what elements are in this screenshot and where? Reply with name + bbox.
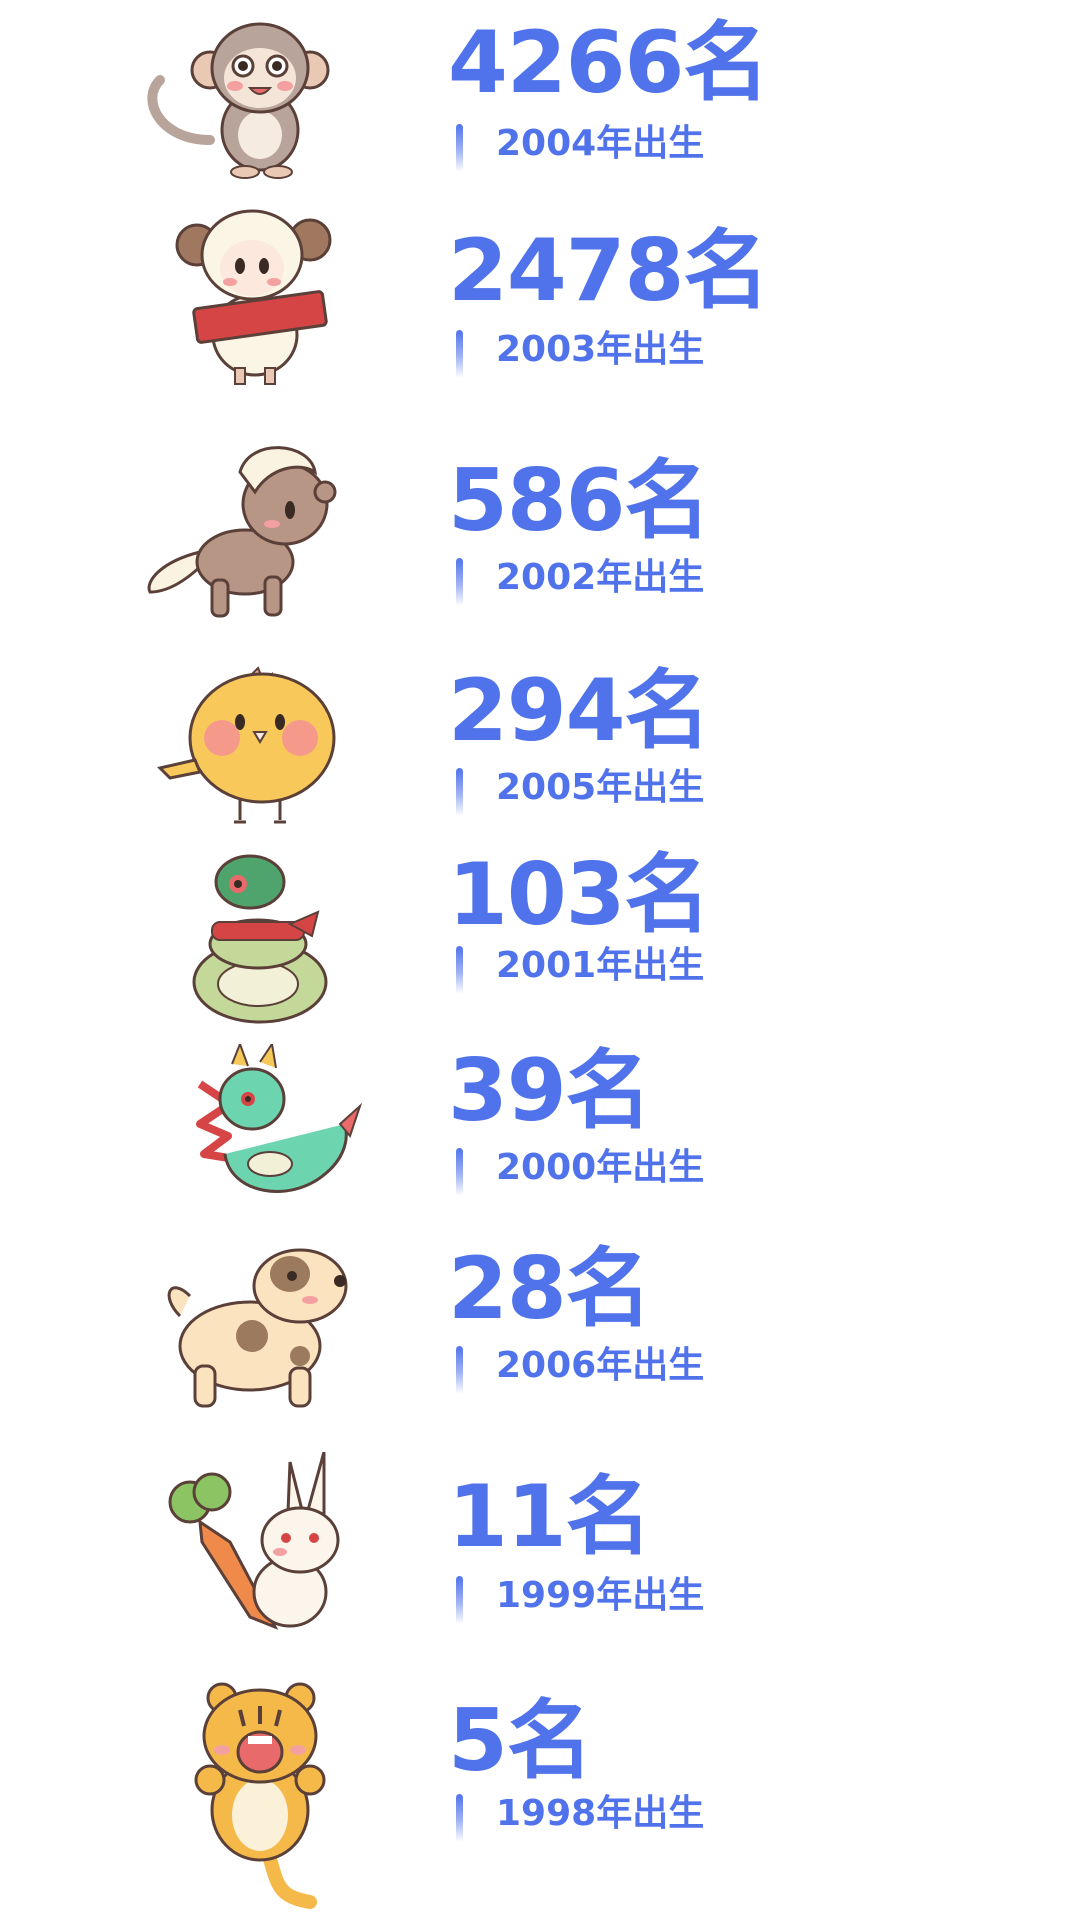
dog-icon (140, 1236, 380, 1426)
tiger-icon (140, 1680, 380, 1910)
count-value: 586名 (448, 451, 711, 551)
list-item: 39名 2000年出生 (0, 1044, 1080, 1214)
horse-icon (140, 432, 380, 622)
count-value: 103名 (448, 845, 711, 945)
count-value: 11名 (448, 1467, 652, 1567)
list-item: 586名 2002年出生 (0, 432, 1080, 618)
accent-bar (456, 330, 463, 378)
count-value: 4266名 (448, 13, 769, 113)
list-item: 28名 2006年出生 (0, 1236, 1080, 1408)
accent-bar (456, 558, 463, 606)
list-item: 4266名 2004年出生 (0, 10, 1080, 180)
rabbit-icon (140, 1452, 380, 1642)
list-item: 5名 1998年出生 (0, 1680, 1080, 1910)
accent-bar (456, 124, 463, 172)
monkey-icon (140, 10, 380, 200)
accent-bar (456, 946, 463, 994)
count-value: 39名 (448, 1041, 652, 1141)
count-value: 2478名 (448, 221, 769, 321)
snake-icon (140, 852, 380, 1042)
list-item: 11名 1999年出生 (0, 1452, 1080, 1632)
birth-year-label: 2000年出生 (496, 1147, 705, 1188)
dragon-icon (140, 1044, 380, 1234)
accent-bar (456, 768, 463, 816)
rooster-icon (140, 660, 380, 850)
birth-year-label: 2001年出生 (496, 945, 705, 986)
accent-bar (456, 1148, 463, 1196)
accent-bar (456, 1346, 463, 1394)
birth-year-label: 2002年出生 (496, 557, 705, 598)
birth-year-label: 1998年出生 (496, 1793, 705, 1834)
birth-year-label: 2006年出生 (496, 1345, 705, 1386)
list-item: 103名 2001年出生 (0, 845, 1080, 1024)
sheep-icon (140, 200, 380, 390)
list-item: 2478名 2003年出生 (0, 200, 1080, 390)
accent-bar (456, 1576, 463, 1624)
count-value: 28名 (448, 1239, 652, 1339)
list-item: 294名 2005年出生 (0, 660, 1080, 830)
count-value: 294名 (448, 661, 711, 761)
birth-year-label: 2003年出生 (496, 329, 705, 370)
accent-bar (456, 1794, 463, 1842)
birth-year-label: 2005年出生 (496, 767, 705, 808)
count-value: 5名 (448, 1691, 593, 1791)
birth-year-label: 2004年出生 (496, 123, 705, 164)
birth-year-label: 1999年出生 (496, 1575, 705, 1616)
